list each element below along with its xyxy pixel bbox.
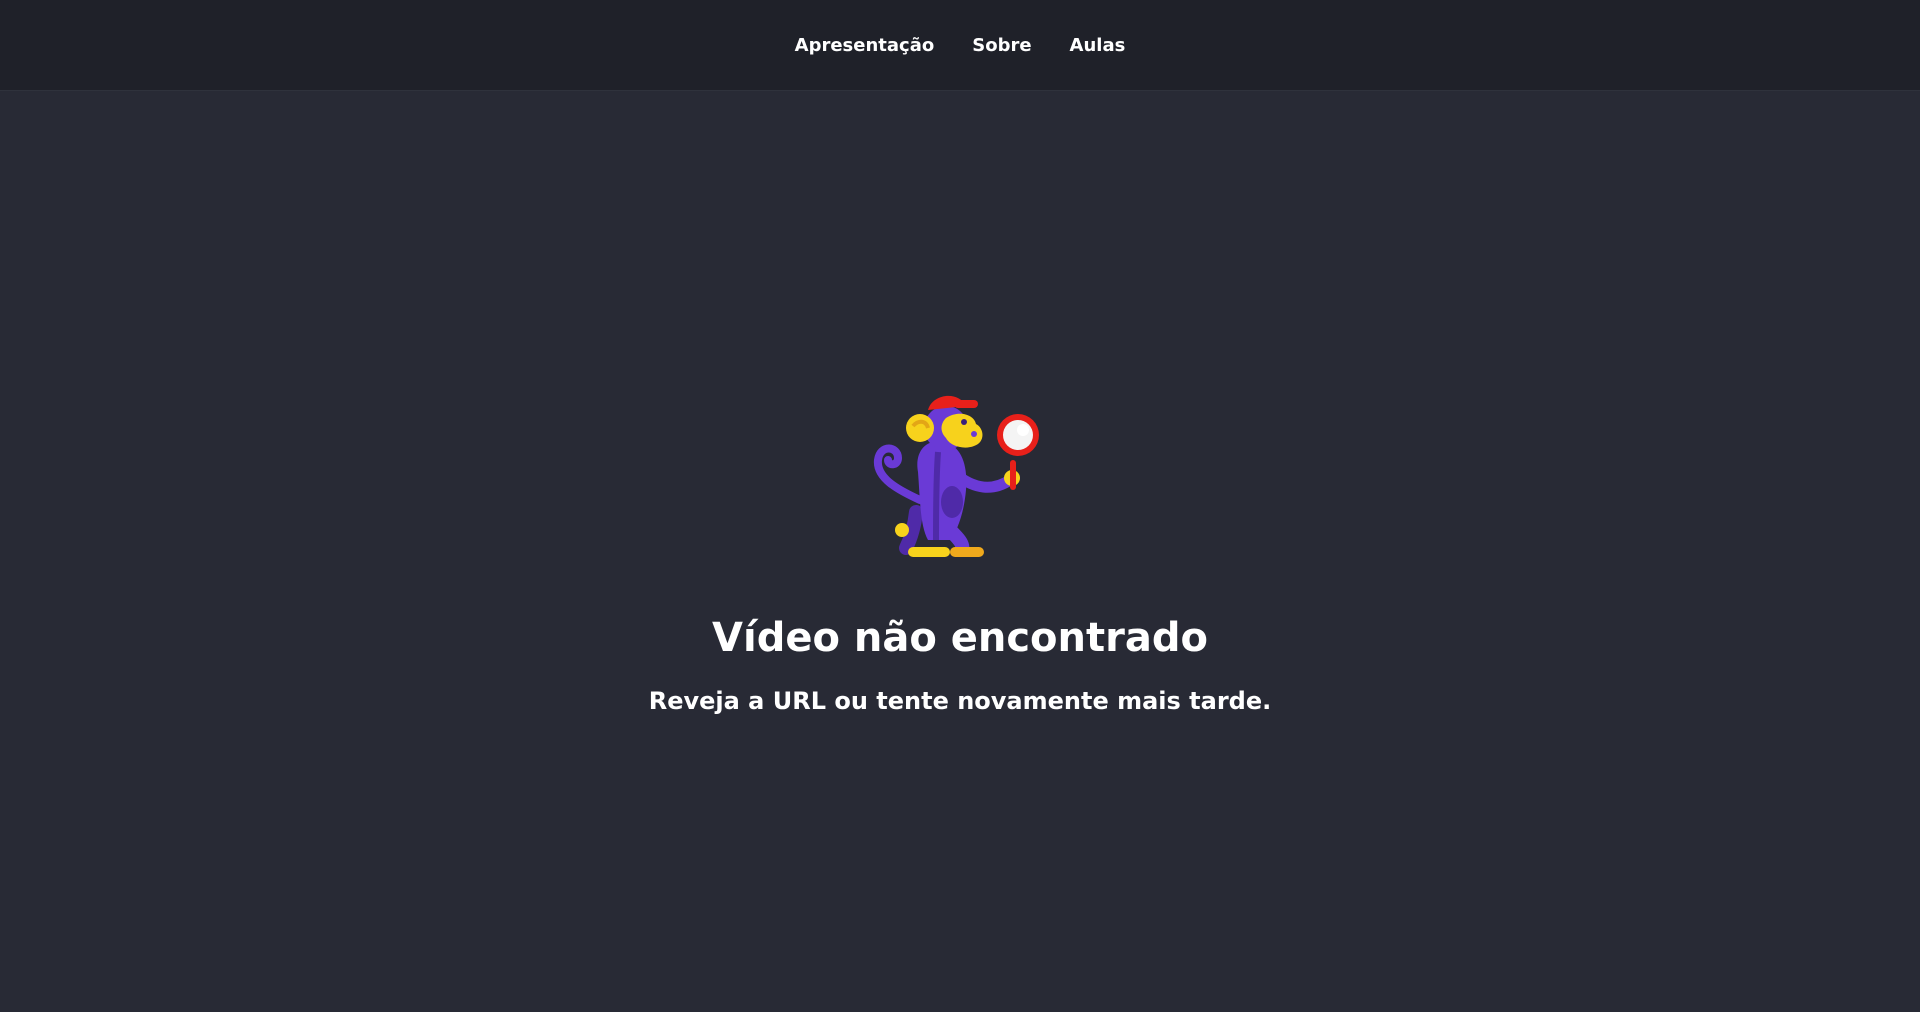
nav-link-aulas[interactable]: Aulas: [1070, 34, 1126, 58]
nav-link-sobre[interactable]: Sobre: [972, 34, 1031, 58]
error-title: Vídeo não encontrado: [712, 615, 1208, 661]
nav-link-apresentacao[interactable]: Apresentação: [795, 34, 935, 58]
error-page-content: Vídeo não encontrado Reveja a URL ou ten…: [0, 92, 1920, 1012]
top-navigation-bar: Apresentação Sobre Aulas: [0, 0, 1920, 91]
error-message: Reveja a URL ou tente novamente mais tar…: [648, 687, 1272, 715]
main-nav: Apresentação Sobre Aulas: [0, 34, 1920, 58]
monkey-magnifying-glass-icon: [858, 380, 1058, 564]
